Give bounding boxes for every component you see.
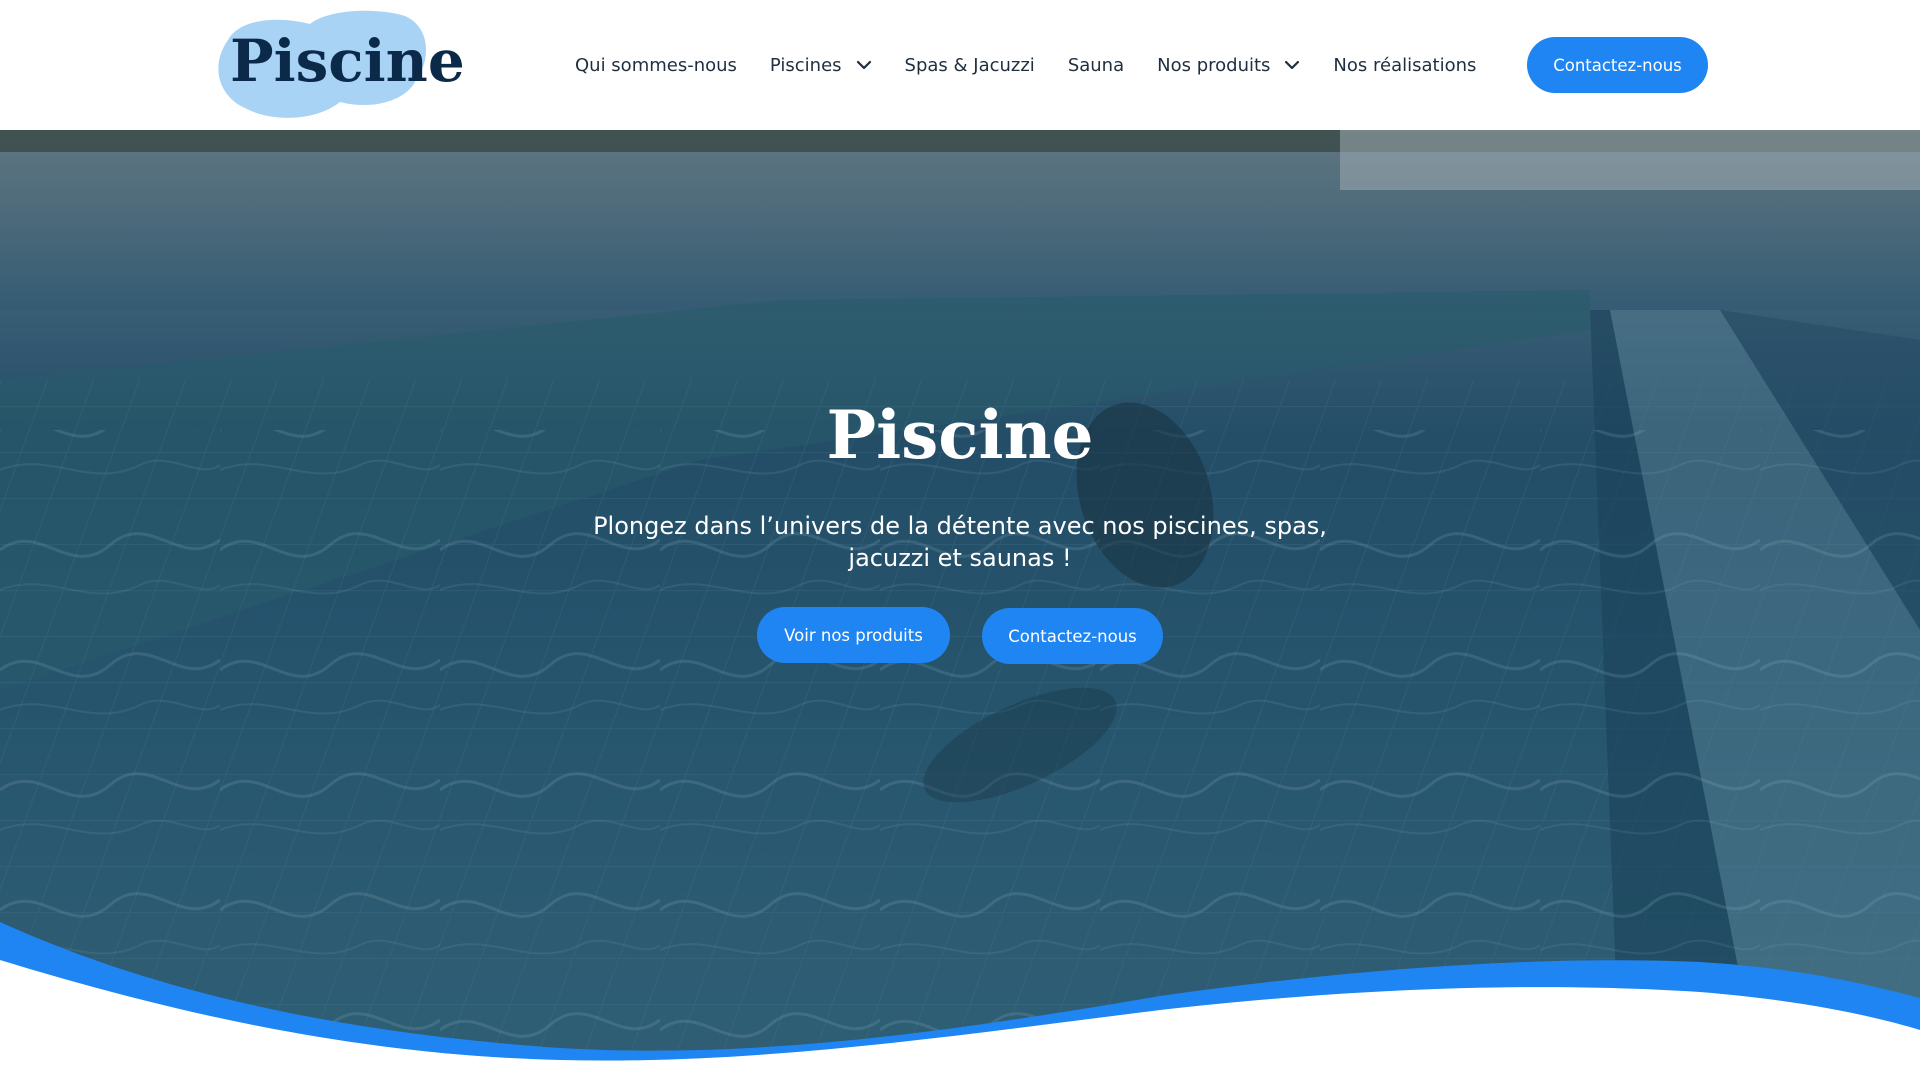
nav-item-nos-realisations[interactable]: Nos réalisations	[1333, 55, 1476, 76]
nav-item-piscines[interactable]: Piscines	[770, 55, 872, 76]
nav-item-label: Piscines	[769, 54, 842, 76]
nav-item-qui-sommes-nous[interactable]: Qui sommes-nous	[575, 55, 737, 76]
chevron-down-icon	[856, 60, 871, 70]
hero-section: Piscine Plongez dans l’univers de la dét…	[0, 130, 1920, 1080]
nav-item-label: Qui sommes-nous	[575, 54, 737, 76]
nav-item-label: Nos produits	[1157, 54, 1271, 76]
nav-item-label: Sauna	[1067, 54, 1125, 76]
header-contact-button[interactable]: Contactez-nous	[1527, 37, 1708, 93]
logo-text: Piscine	[230, 27, 465, 95]
nav-item-nos-produits[interactable]: Nos produits	[1157, 55, 1300, 76]
main-nav: Qui sommes-nous Piscines Spas & Jacuzzi …	[575, 0, 1509, 130]
hero-bottom-wave	[0, 922, 1920, 1080]
nav-item-label: Nos réalisations	[1333, 54, 1477, 76]
nav-item-sauna[interactable]: Sauna	[1068, 55, 1124, 76]
nav-item-spas-jacuzzi[interactable]: Spas & Jacuzzi	[905, 55, 1035, 76]
chevron-down-icon	[1285, 60, 1300, 70]
site-logo[interactable]: Piscine	[210, 10, 465, 120]
site-header: Piscine Qui sommes-nous Piscines Spas & …	[0, 0, 1920, 130]
nav-item-label: Spas & Jacuzzi	[904, 54, 1035, 76]
